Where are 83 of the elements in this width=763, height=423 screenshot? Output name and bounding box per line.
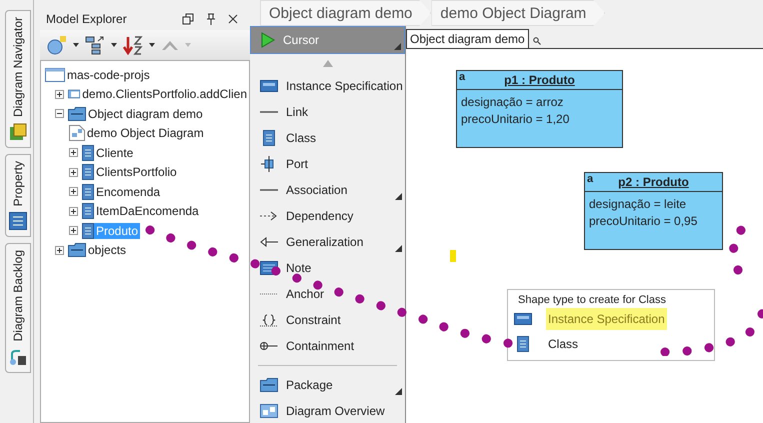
project-icon — [45, 68, 65, 82]
cursor-icon — [261, 32, 275, 48]
expand-toggle[interactable] — [69, 168, 78, 177]
class-icon — [82, 184, 94, 200]
popup-title: Shape type to create for Class — [517, 294, 667, 306]
highlight-mark — [450, 250, 456, 262]
instance-icon — [260, 80, 278, 92]
panel-title: Model Explorer — [46, 12, 128, 26]
line-icon — [260, 110, 278, 114]
palette-item[interactable]: Constraint — [250, 307, 405, 333]
folder-icon — [260, 378, 278, 392]
palette-item[interactable]: Diagram Overview — [250, 398, 405, 423]
tree-item[interactable]: ClientsPortfolio — [94, 164, 179, 180]
tree-item[interactable]: Object diagram demo — [86, 106, 205, 122]
attribute-text: designação = arroz — [460, 94, 564, 111]
restore-icon[interactable] — [182, 13, 194, 25]
popup-option[interactable]: Class — [546, 332, 580, 354]
palette-item[interactable]: Note — [250, 255, 405, 281]
object-title: p2 : Produto — [618, 175, 689, 189]
class-icon — [263, 130, 275, 146]
overview-icon — [260, 404, 278, 418]
attribute-text: designação = leite — [588, 196, 688, 213]
expand-toggle[interactable] — [69, 206, 78, 216]
palette-item[interactable]: Containment — [250, 333, 405, 359]
palette-item[interactable]: Link — [250, 99, 405, 125]
search-icon[interactable] — [532, 37, 541, 45]
expand-toggle[interactable] — [69, 226, 78, 236]
diagram-icon — [69, 125, 85, 142]
diagram-tab[interactable]: Object diagram demo — [406, 29, 529, 48]
palette-item[interactable]: Instance Specification — [250, 73, 405, 99]
folder-icon — [68, 243, 86, 258]
tree-structure-icon[interactable] — [84, 35, 106, 55]
palette-item[interactable]: Port — [250, 151, 405, 177]
object-marker: a — [587, 173, 594, 185]
dropdown-caret-icon[interactable] — [72, 42, 80, 48]
sort-icon[interactable] — [122, 35, 144, 55]
dropdown-caret-icon[interactable] — [148, 42, 156, 48]
dropdown-caret-icon[interactable] — [110, 42, 118, 48]
object-title: p1 : Produto — [504, 73, 575, 87]
dependency-arrow-icon — [260, 211, 278, 221]
side-tab[interactable]: Diagram Navigator — [5, 10, 31, 148]
class-icon — [82, 164, 94, 180]
tree-item[interactable]: Encomenda — [94, 184, 162, 200]
navigator-icon — [9, 123, 27, 142]
expand-toggle[interactable] — [69, 187, 78, 196]
breadcrumb-item[interactable]: Object diagram demo — [260, 0, 432, 26]
popup-option[interactable]: Instance Specification — [546, 308, 667, 330]
tree-item[interactable]: demo Object Diagram — [85, 125, 206, 142]
property-icon — [9, 212, 27, 230]
line-icon — [260, 188, 278, 192]
tree-item[interactable]: mas-code-projs — [65, 66, 152, 83]
breadcrumb-item[interactable]: demo Object Diagram — [431, 0, 606, 26]
class-icon — [82, 144, 94, 161]
diagram-folder-icon — [68, 87, 80, 102]
backlog-icon — [9, 348, 27, 366]
attribute-text: precoUnitario = 0,95 — [588, 213, 698, 230]
constraint-icon — [260, 313, 278, 327]
side-tab[interactable]: Diagram Backlog — [5, 243, 31, 373]
class-icon — [82, 203, 94, 220]
class-icon — [517, 336, 529, 352]
class-icon — [82, 222, 94, 239]
tree-item[interactable]: demo.ClientsPortfolio.addClien — [80, 86, 249, 102]
instance-icon — [514, 312, 532, 324]
object-marker: a — [459, 71, 466, 83]
tree-item[interactable]: Cliente — [94, 144, 136, 161]
expand-toggle[interactable] — [69, 148, 78, 158]
expand-toggle[interactable] — [55, 246, 64, 255]
close-icon[interactable] — [228, 14, 238, 24]
collapse-toggle[interactable] — [55, 109, 64, 118]
generalization-arrow-icon — [260, 237, 278, 247]
pin-icon[interactable] — [206, 13, 216, 25]
tree-item[interactable]: ItemDaEncomenda — [94, 203, 201, 220]
containment-icon — [260, 341, 278, 351]
palette-item[interactable]: Anchor — [250, 281, 405, 307]
new-model-icon[interactable] — [46, 35, 68, 55]
side-tab[interactable]: Property — [5, 154, 31, 238]
anchor-line-icon — [260, 292, 278, 296]
expand-toggle[interactable] — [55, 90, 64, 99]
tree-item[interactable]: objects — [86, 242, 128, 258]
attribute-text: precoUnitario = 1,20 — [460, 111, 570, 128]
palette-item[interactable]: Dependency — [250, 203, 405, 229]
palette-item[interactable]: Class — [250, 125, 405, 151]
folder-icon — [68, 106, 86, 121]
